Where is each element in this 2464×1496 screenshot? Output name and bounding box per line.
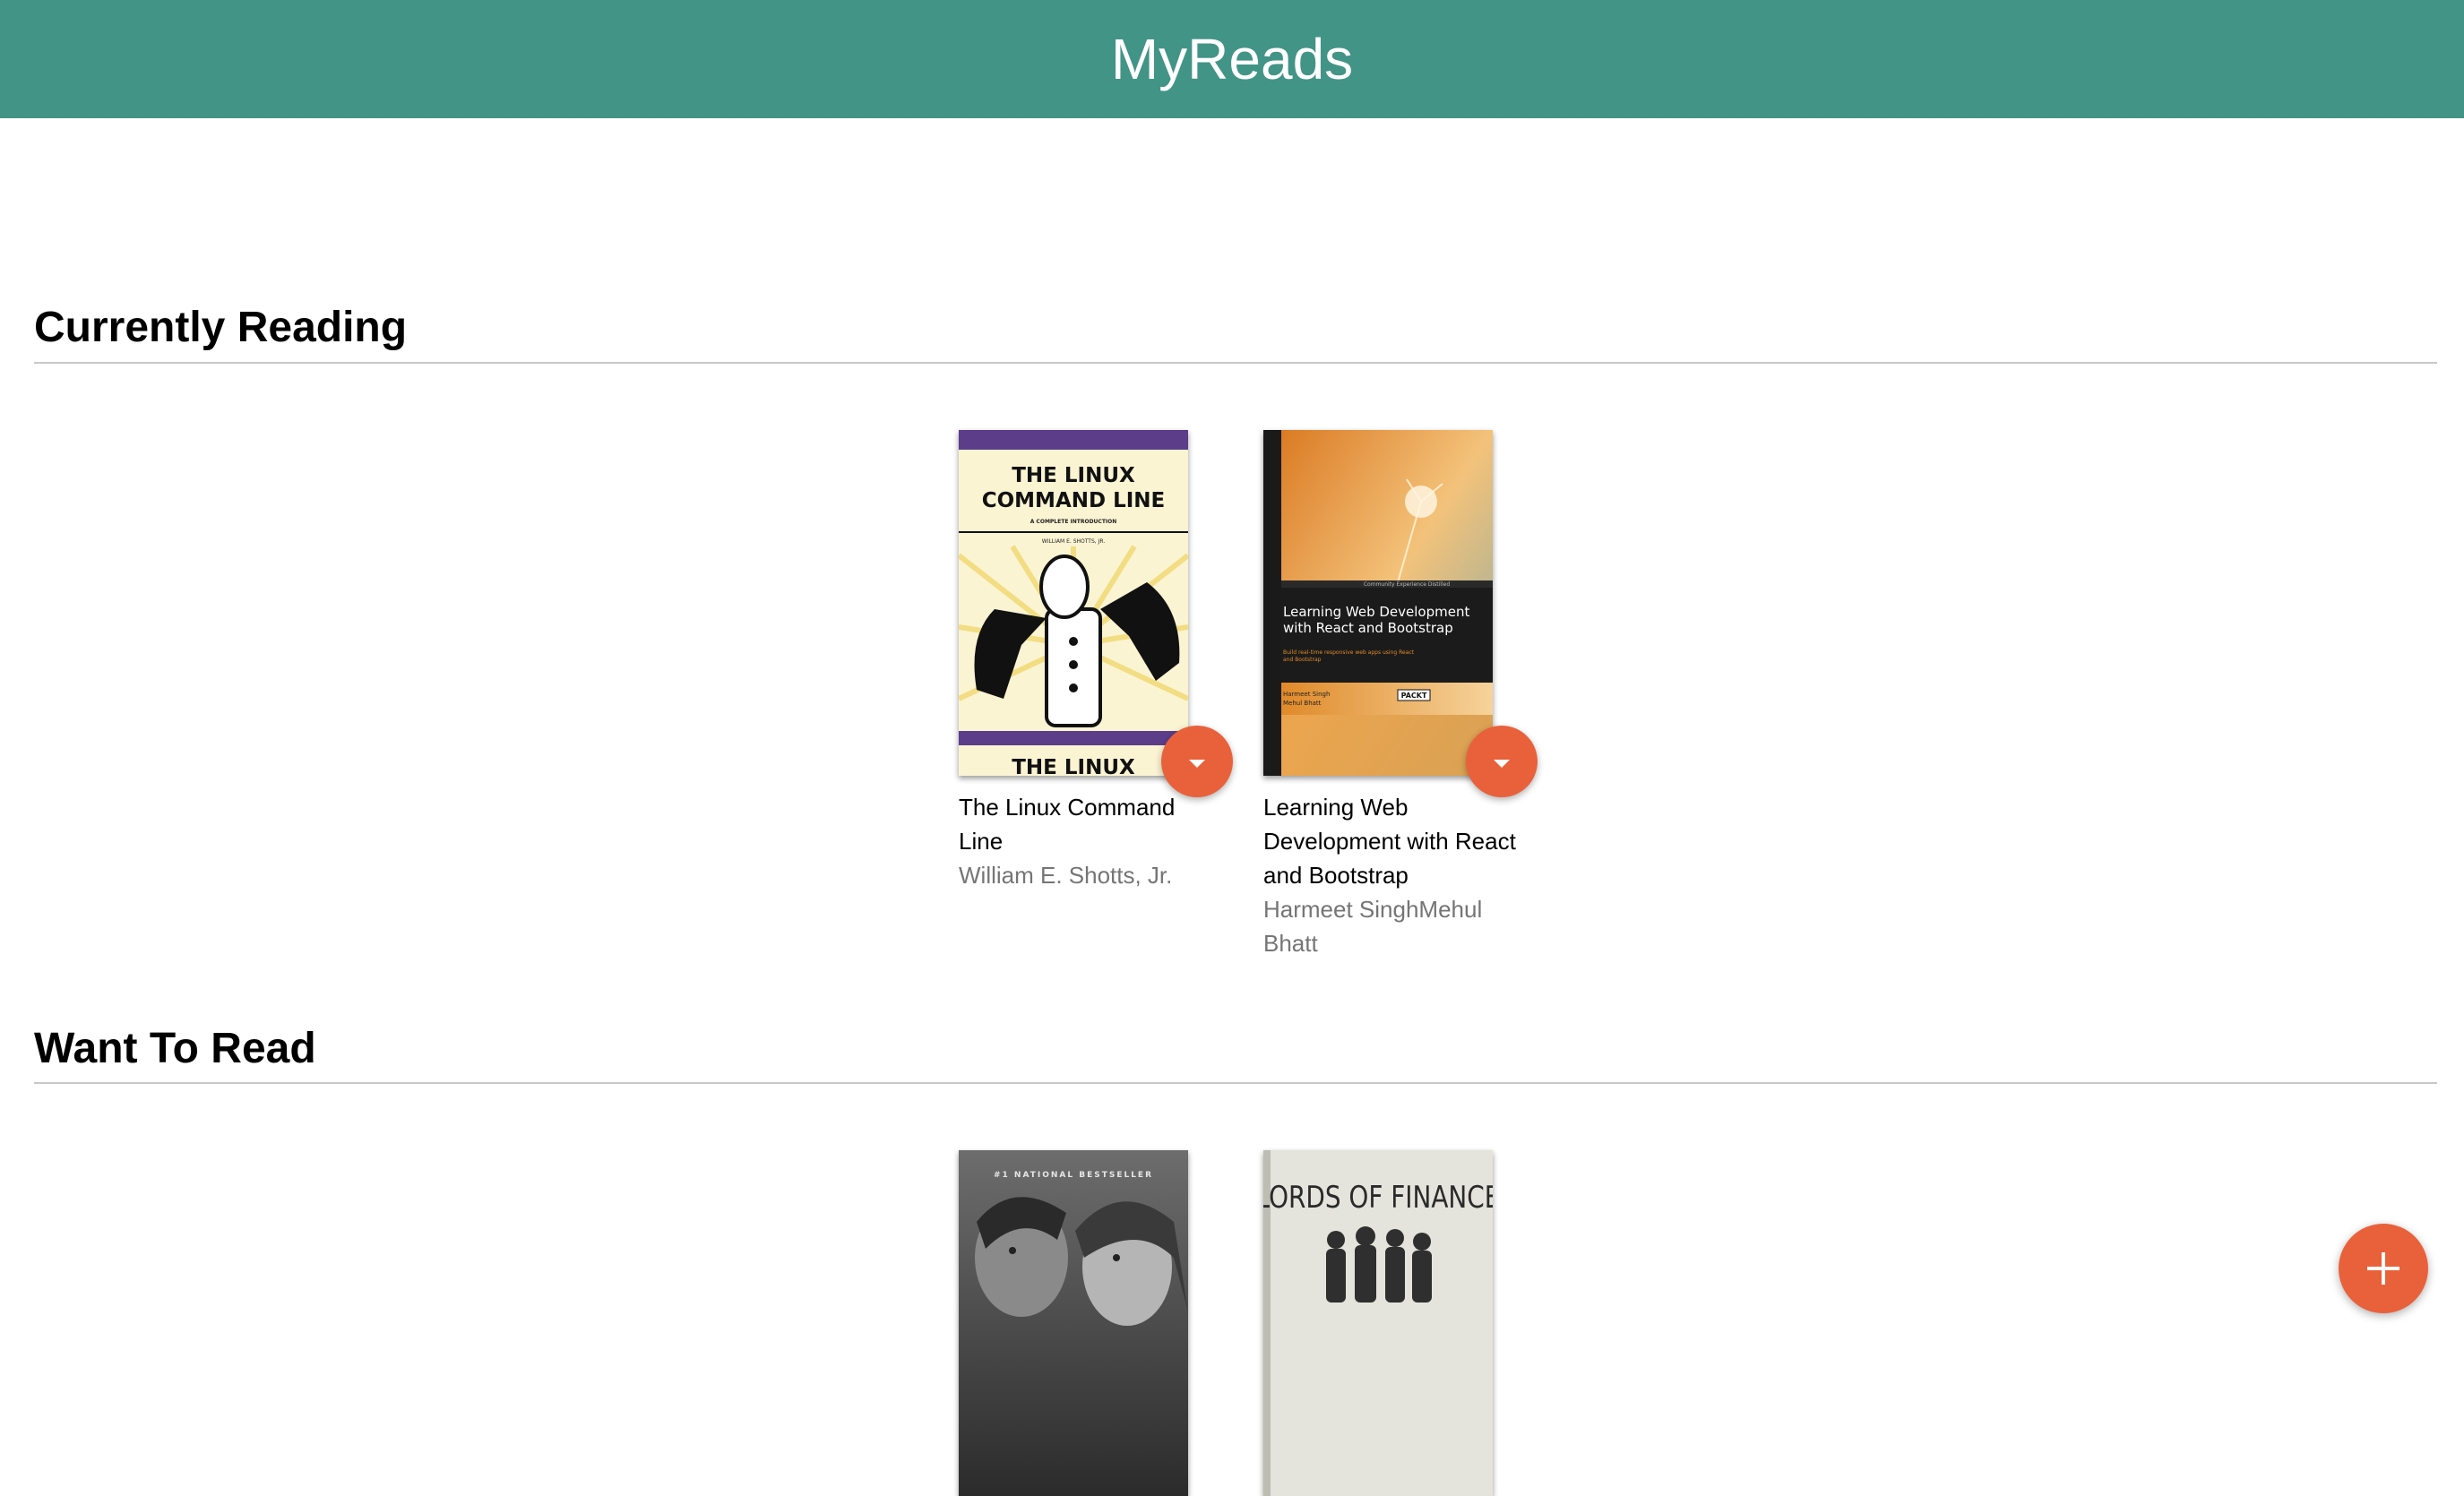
shelf-title-want-to-read: Want To Read	[34, 1025, 316, 1072]
cover-tagline: A COMPLETE INTRODUCTION	[1030, 519, 1117, 525]
caret-down-icon	[1494, 759, 1510, 768]
cover-publisher: PACKT	[1401, 692, 1427, 700]
cover-title-line2: COMMAND LINE	[982, 489, 1166, 512]
book-title: Learning Web Development with React and …	[1263, 790, 1529, 960]
cover-subtitle-line1: Build real-time responsive web apps usin…	[1283, 649, 1415, 656]
book-authors: William E. Shotts, Jr.	[959, 862, 1173, 889]
cover-author: WILLIAM E. SHOTTS, JR.	[1042, 538, 1106, 545]
cover-title-line1: THE LINUX	[1012, 464, 1135, 487]
book-title: The Linux Command Line William E. Shotts…	[959, 790, 1224, 892]
shelf-divider	[34, 362, 2437, 364]
shelf-title-currently-reading: Currently Reading	[34, 304, 408, 351]
cover-edition: Community Experience Distilled	[1364, 581, 1450, 588]
book-authors: Harmeet SinghMehul Bhatt	[1263, 896, 1483, 957]
cover-footer: THE LINUX	[1012, 756, 1135, 776]
cover-author-line2: Mehul Bhatt	[1283, 700, 1322, 707]
cover-title-line1: LORDS OF FINANCE	[1263, 1180, 1493, 1215]
book-cover[interactable]: #1 NATIONAL BESTSELLER	[959, 1150, 1188, 1496]
cover-subtitle-line2: and Bootstrap	[1283, 657, 1322, 663]
book-cover[interactable]: LORDS OF FINANCE	[1263, 1150, 1493, 1496]
app-header: MyReads	[0, 0, 2464, 118]
shelf-divider	[34, 1082, 2437, 1084]
caret-down-icon	[1189, 759, 1205, 768]
book-cover[interactable]: THE LINUX COMMAND LINE A COMPLETE INTROD…	[959, 430, 1188, 776]
plus-icon	[2367, 1252, 2399, 1285]
shelf-changer-button[interactable]	[1466, 726, 1538, 797]
book-cover[interactable]: Community Experience Distilled Learning …	[1263, 430, 1493, 776]
cover-author-line1: Harmeet Singh	[1283, 691, 1330, 698]
cover-tagline: #1 NATIONAL BESTSELLER	[994, 1171, 1153, 1180]
app-title: MyReads	[1110, 27, 1354, 91]
book-title-text: Learning Web Development with React and …	[1263, 794, 1516, 889]
cover-title-line1: Learning Web Development	[1283, 604, 1469, 620]
cover-title-line2: with React and Bootstrap	[1283, 620, 1453, 636]
add-book-button[interactable]	[2339, 1224, 2428, 1313]
book-title-text: The Linux Command Line	[959, 794, 1176, 855]
shelf-changer-button[interactable]	[1161, 726, 1233, 797]
